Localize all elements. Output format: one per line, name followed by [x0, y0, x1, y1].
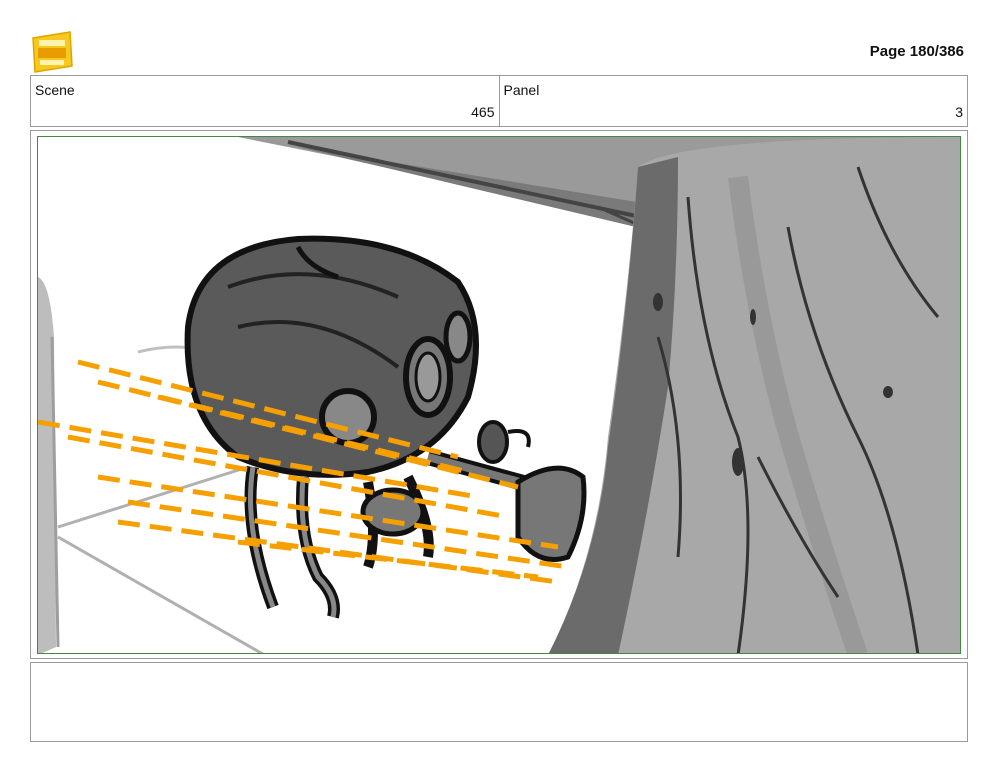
scene-value: 465 — [471, 104, 495, 120]
panel-label: Panel — [503, 82, 540, 98]
scene-panel-info: Scene 465 Panel 3 — [30, 75, 968, 127]
panel-cell: Panel 3 — [498, 76, 968, 126]
scene-cell: Scene 465 — [31, 76, 499, 126]
storyboard-drawing — [37, 136, 961, 654]
scene-label: Scene — [35, 82, 75, 98]
page-number: Page 180/386 — [869, 43, 964, 60]
notes-box — [30, 662, 968, 742]
panel-value: 3 — [955, 104, 963, 120]
jedi-logo-icon — [30, 30, 74, 74]
